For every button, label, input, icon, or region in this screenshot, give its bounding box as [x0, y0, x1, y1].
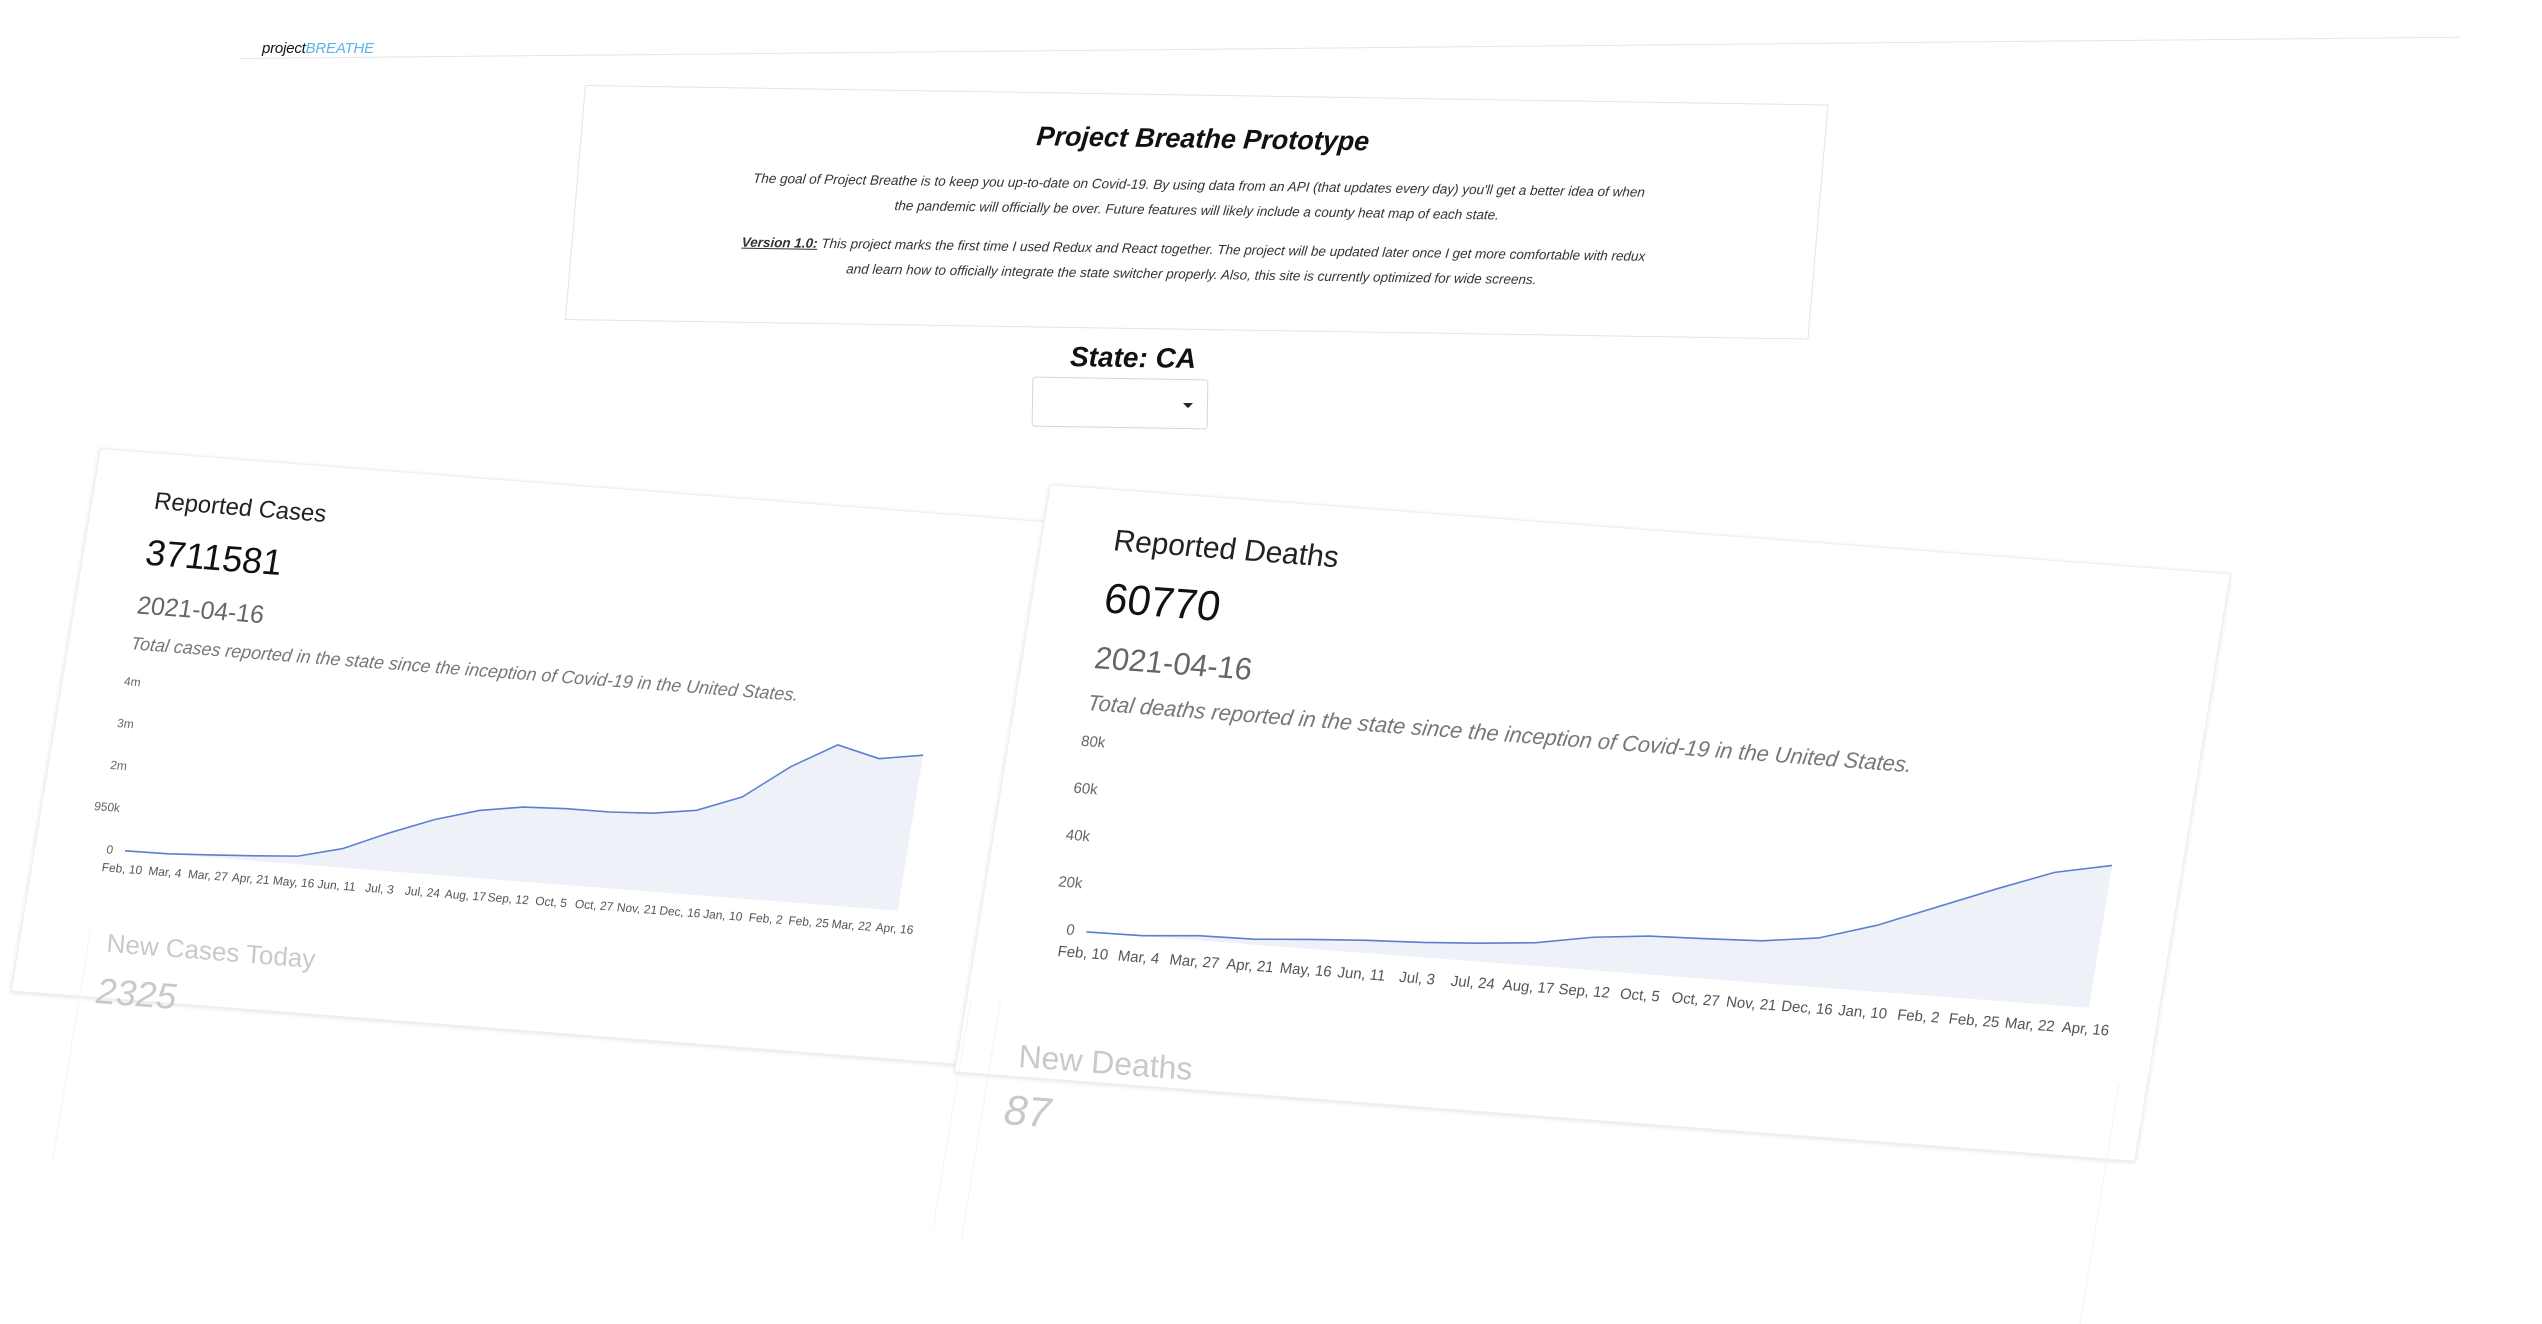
card-value: 60770 — [1100, 574, 1225, 630]
y-tick-label: 950k — [93, 799, 122, 815]
x-tick-label: Oct, 27 — [1670, 989, 1721, 1010]
intro-paragraph: The goal of Project Breathe is to keep y… — [752, 170, 1646, 223]
y-tick-label: 0 — [105, 842, 114, 856]
x-tick-label: Jul, 3 — [364, 881, 395, 897]
x-tick-label: Mar, 4 — [147, 864, 183, 881]
x-tick-label: Oct, 5 — [534, 894, 568, 910]
new-cases-value: 2325 — [94, 970, 178, 1018]
version-label: Version 1.0: — [741, 234, 819, 251]
card-date: 2021-04-16 — [135, 591, 267, 630]
x-tick-label: Mar, 27 — [1168, 951, 1220, 972]
y-tick-label: 60k — [1072, 780, 1099, 799]
state-dropdown[interactable] — [1031, 376, 1209, 430]
version-text: This project marks the first time I used… — [817, 235, 1646, 288]
x-tick-label: Oct, 5 — [1619, 986, 1661, 1006]
x-tick-label: Feb, 2 — [1896, 1007, 1941, 1027]
intro-panel: Project Breathe Prototype The goal of Pr… — [564, 85, 1829, 340]
x-tick-label: Sep, 12 — [487, 890, 531, 907]
x-tick-label: Nov, 21 — [1725, 994, 1778, 1015]
x-tick-label: Mar, 4 — [1117, 948, 1161, 968]
x-tick-label: Jun, 11 — [316, 877, 357, 894]
series-area — [1086, 865, 2113, 1008]
x-tick-label: Mar, 27 — [187, 867, 229, 884]
x-tick-label: Jul, 24 — [404, 884, 442, 901]
x-tick-label: Feb, 25 — [1948, 1010, 2001, 1031]
x-tick-label: Apr, 21 — [1225, 956, 1275, 976]
caret-down-icon — [1182, 402, 1194, 409]
x-tick-label: Apr, 16 — [2061, 1019, 2111, 1039]
x-tick-label: Mar, 22 — [2004, 1015, 2056, 1036]
x-tick-label: Jul, 3 — [1398, 969, 1436, 989]
card-date: 2021-04-16 — [1092, 640, 1255, 687]
brand-prefix: project — [262, 40, 306, 57]
x-tick-label: May, 16 — [1278, 960, 1332, 981]
y-tick-label: 3m — [116, 716, 135, 731]
y-tick-label: 4m — [123, 674, 142, 689]
y-tick-label: 0 — [1065, 921, 1076, 939]
x-tick-label: Jul, 24 — [1450, 973, 1497, 993]
x-tick-label: Apr, 21 — [231, 870, 271, 887]
x-tick-label: Aug, 17 — [444, 887, 488, 904]
card-title: Reported Cases — [152, 487, 329, 528]
x-tick-label: Aug, 17 — [1502, 977, 1556, 998]
card-value: 3711581 — [142, 531, 286, 584]
x-tick-label: Apr, 16 — [875, 920, 915, 937]
y-tick-label: 20k — [1057, 873, 1084, 892]
card-title: Reported Deaths — [1111, 524, 1342, 575]
x-tick-label: Jun, 11 — [1336, 964, 1386, 985]
brand-accent: BREATHE — [305, 40, 375, 57]
x-tick-label: Jan, 10 — [702, 907, 744, 924]
x-tick-label: Mar, 22 — [831, 917, 873, 934]
x-tick-label: Feb, 2 — [748, 910, 784, 927]
y-tick-label: 80k — [1080, 733, 1107, 752]
x-tick-label: Oct, 27 — [574, 897, 615, 914]
x-tick-label: Nov, 21 — [616, 900, 659, 917]
x-tick-label: Jan, 10 — [1837, 1002, 1888, 1023]
version-paragraph: Version 1.0: This project marks the firs… — [736, 230, 1649, 294]
x-tick-label: May, 16 — [272, 873, 316, 890]
y-tick-label: 40k — [1065, 827, 1092, 846]
state-heading: State: CA — [1069, 341, 1197, 374]
deaths-chart: 0 20k 40k 60k 80k Feb, 10 Mar, 4 Mar, 27 Apr, 21… — [1056, 733, 2113, 1039]
x-tick-label: Dec, 16 — [1780, 998, 1834, 1019]
x-tick-label: Feb, 10 — [1056, 943, 1109, 964]
page-title: Project Breathe Prototype — [1035, 121, 1371, 157]
x-tick-label: Sep, 12 — [1557, 981, 1611, 1002]
y-tick-label: 2m — [109, 758, 128, 773]
x-tick-label: Feb, 10 — [101, 860, 144, 877]
x-tick-label: Dec, 16 — [658, 903, 702, 920]
header-divider — [240, 36, 2460, 59]
cases-chart: 0950k2m3m4mFeb, 10 Mar, 4 Mar, 27 Apr, 21 Ma… — [93, 674, 924, 937]
new-deaths-value: 87 — [1002, 1086, 1053, 1137]
brand-logo[interactable]: projectBREATHE — [262, 40, 374, 57]
x-tick-label: Feb, 25 — [787, 913, 830, 930]
